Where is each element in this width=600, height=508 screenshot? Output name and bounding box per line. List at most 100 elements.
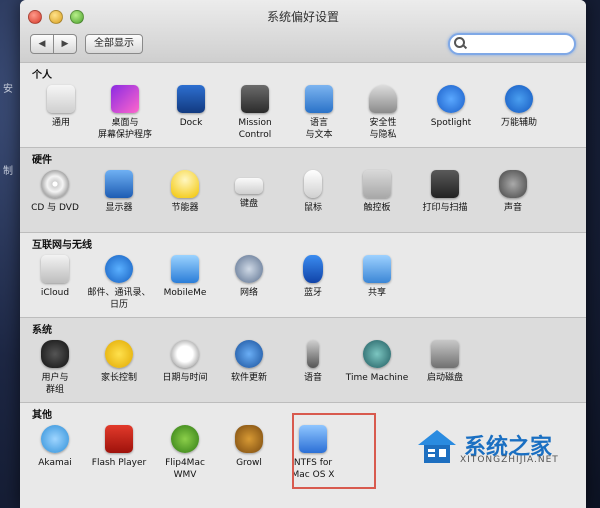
pref-pane-label: Time Machine (345, 373, 409, 383)
pref-pane-speech[interactable]: 语音 (278, 340, 348, 384)
show-all-button[interactable]: 全部显示 (85, 34, 143, 54)
pref-pane-general[interactable]: 通用 (26, 85, 96, 129)
section-2: 互联网与无线 iCloud 邮件、通讯录、 日历 MobileMe 网络 蓝牙 共享 (20, 232, 586, 318)
pref-pane-parental[interactable]: 家长控制 (84, 340, 154, 384)
pref-pane-mobileme[interactable]: MobileMe (150, 255, 220, 299)
desktop-text-1: 安 (3, 84, 13, 95)
pref-pane-akamai[interactable]: Akamai (20, 425, 90, 469)
titlebar: 系统偏好设置 ◀ ▶ 全部显示 (20, 0, 586, 63)
pref-pane-spotlight[interactable]: Spotlight (416, 85, 486, 129)
pref-pane-dock[interactable]: Dock (156, 85, 226, 129)
mobileme-icon (171, 255, 199, 283)
pref-pane-icloud[interactable]: iCloud (20, 255, 90, 299)
pref-pane-label: 安全性 与隐私 (369, 118, 397, 140)
pref-pane-timemachine[interactable]: Time Machine (342, 340, 412, 384)
display-icon (105, 170, 133, 198)
pref-pane-users[interactable]: 用户与 群组 (20, 340, 90, 396)
energy-icon (171, 170, 199, 198)
network-icon (235, 255, 263, 283)
pref-pane-printer[interactable]: 打印与扫描 (410, 170, 480, 214)
pref-pane-mouse[interactable]: 鼠标 (278, 170, 348, 214)
pref-pane-label: MobileMe (163, 288, 207, 298)
pref-pane-label: Spotlight (430, 118, 472, 128)
watermark-url: XITONGZHIJIA.NET (460, 455, 559, 465)
search-field[interactable] (448, 33, 576, 55)
pref-pane-label: 用户与 群组 (41, 373, 69, 395)
language-icon (305, 85, 333, 113)
pref-pane-growl[interactable]: Growl (214, 425, 284, 469)
pref-pane-label: 共享 (367, 288, 386, 298)
pref-pane-label: Growl (236, 458, 262, 468)
datetime-icon (171, 340, 199, 368)
nav-buttons: ◀ ▶ (30, 34, 77, 54)
printer-icon (431, 170, 459, 198)
pref-pane-label: 桌面与 屏幕保护程序 (97, 118, 152, 140)
pref-pane-network[interactable]: 网络 (214, 255, 284, 299)
sound-icon (499, 170, 527, 198)
mouse-icon (304, 170, 322, 198)
trackpad-icon (363, 170, 391, 198)
pref-pane-sound[interactable]: 声音 (478, 170, 548, 214)
pref-pane-label: 启动磁盘 (426, 373, 463, 383)
pref-pane-energy[interactable]: 节能器 (150, 170, 220, 214)
pref-pane-datetime[interactable]: 日期与时间 (150, 340, 220, 384)
section-0: 个人通用 桌面与 屏幕保护程序 Dock Mission Control 语言 与文本 安… (20, 62, 586, 148)
pref-pane-label: 语言 与文本 (305, 118, 333, 140)
system-preferences-window: 系统偏好设置 ◀ ▶ 全部显示 个人通用 桌面与 屏幕保护程序 Dock Missio… (20, 0, 586, 508)
pref-pane-bluetooth[interactable]: 蓝牙 (278, 255, 348, 299)
pref-pane-label: 家长控制 (100, 373, 137, 383)
users-icon (41, 340, 69, 368)
pref-pane-label: iCloud (40, 288, 70, 298)
icloud-icon (41, 255, 69, 283)
pref-pane-label: 节能器 (171, 203, 199, 213)
pref-pane-label: 键盘 (239, 199, 258, 209)
pref-pane-mission-control[interactable]: Mission Control (220, 85, 290, 141)
pref-pane-wmv[interactable]: Flip4Mac WMV (150, 425, 220, 481)
section-3: 系统用户与 群组 家长控制 日期与时间 软件更新 语音 Time Machine 启动磁盘 (20, 317, 586, 403)
section-1: 硬件 CD 与 DVD 显示器 节能器 键盘 鼠标 触控板 打印与扫描 声音 (20, 147, 586, 233)
pref-pane-language[interactable]: 语言 与文本 (284, 85, 354, 141)
pref-pane-label: Flash Player (91, 458, 147, 468)
pref-pane-label: 语音 (303, 373, 322, 383)
pref-pane-flash[interactable]: Flash Player (84, 425, 154, 469)
pref-pane-desktop[interactable]: 桌面与 屏幕保护程序 (90, 85, 160, 141)
flash-icon (105, 425, 133, 453)
spotlight-icon (437, 85, 465, 113)
section-title: 系统 (32, 325, 52, 336)
pref-pane-cd[interactable]: CD 与 DVD (20, 170, 90, 214)
house-logo-icon (418, 430, 456, 463)
accessibility-icon (505, 85, 533, 113)
update-icon (235, 340, 263, 368)
pref-pane-mail[interactable]: 邮件、通讯录、 日历 (84, 255, 154, 311)
speech-icon (307, 340, 319, 368)
cd-icon (41, 170, 69, 198)
pref-pane-label: 万能辅助 (500, 118, 537, 128)
section-title: 硬件 (32, 155, 52, 166)
pref-pane-label: Mission Control (238, 118, 272, 140)
forward-button[interactable]: ▶ (54, 34, 77, 54)
pref-pane-label: 日期与时间 (162, 373, 208, 383)
pref-pane-label: 网络 (239, 288, 258, 298)
pref-pane-accessibility[interactable]: 万能辅助 (484, 85, 554, 129)
section-title: 个人 (32, 70, 52, 81)
security-icon (369, 85, 397, 113)
back-button[interactable]: ◀ (30, 34, 54, 54)
pref-pane-startup-disk[interactable]: 启动磁盘 (410, 340, 480, 384)
sharing-icon (363, 255, 391, 283)
parental-icon (105, 340, 133, 368)
pref-pane-label: 通用 (51, 118, 70, 128)
pref-pane-display[interactable]: 显示器 (84, 170, 154, 214)
section-title: 互联网与无线 (32, 240, 92, 251)
pref-pane-trackpad[interactable]: 触控板 (342, 170, 412, 214)
pref-pane-update[interactable]: 软件更新 (214, 340, 284, 384)
growl-icon (235, 425, 263, 453)
pref-pane-label: Akamai (38, 458, 72, 468)
pref-pane-keyboard[interactable]: 键盘 (214, 170, 284, 210)
pref-pane-sharing[interactable]: 共享 (342, 255, 412, 299)
startup-disk-icon (431, 340, 459, 368)
watermark-logo: 系统之家 XITONGZHIJIA.NET (412, 425, 582, 469)
pref-pane-security[interactable]: 安全性 与隐私 (348, 85, 418, 141)
pref-pane-label: CD 与 DVD (31, 203, 79, 213)
pref-pane-label: 声音 (503, 203, 522, 213)
pref-pane-label: 显示器 (105, 203, 133, 213)
